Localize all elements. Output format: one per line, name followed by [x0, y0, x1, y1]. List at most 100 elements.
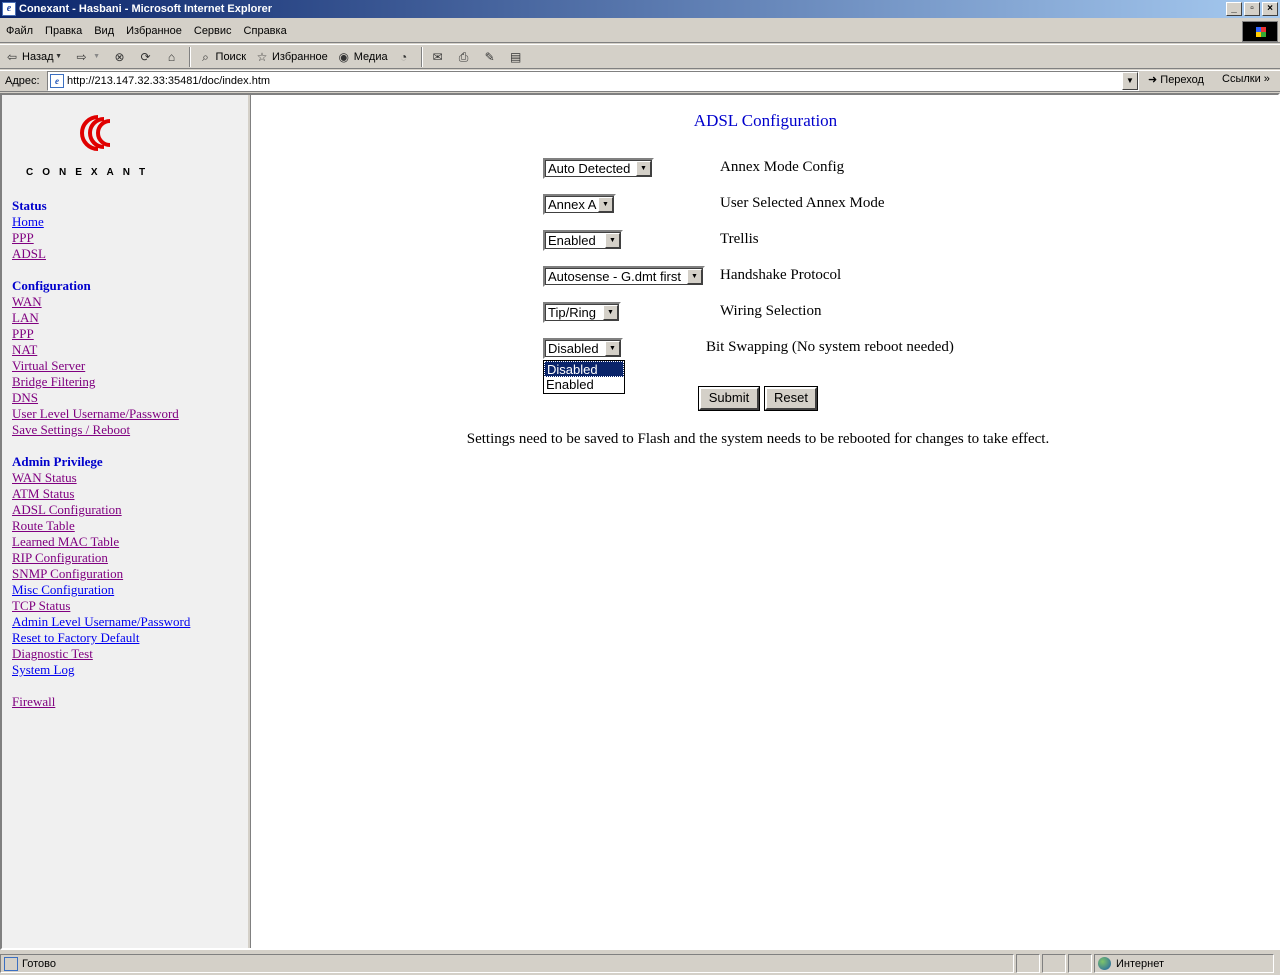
status-bar: Готово Интернет	[0, 952, 1280, 975]
search-button[interactable]: ⌕ Поиск	[194, 46, 250, 68]
page-title: ADSL Configuration	[693, 111, 838, 130]
conexant-logo: CONEXANT	[24, 109, 194, 181]
nav-save-reboot[interactable]: Save Settings / Reboot	[12, 422, 190, 438]
trellis-label: Trellis	[720, 231, 759, 247]
dropdown-icon[interactable]: ▼	[92, 49, 102, 65]
nav-firewall[interactable]: Firewall	[12, 694, 190, 710]
edit-button[interactable]: ✎	[478, 46, 504, 68]
chevron-down-icon[interactable]: ▼	[605, 233, 620, 248]
reset-button[interactable]: Reset	[764, 386, 818, 411]
media-button[interactable]: ◉ Медиа	[332, 46, 392, 68]
go-button[interactable]: ➜ Переход	[1148, 73, 1204, 86]
status-text-panel: Готово	[0, 954, 1014, 973]
nav-route-table[interactable]: Route Table	[12, 518, 190, 534]
nav-lan[interactable]: LAN	[12, 310, 190, 326]
nav-snmp-configuration[interactable]: SNMP Configuration	[12, 566, 190, 582]
minimize-button[interactable]: _	[1226, 2, 1242, 16]
back-button[interactable]: ⇦ Назад ▼	[0, 46, 70, 68]
refresh-icon: ⟳	[140, 49, 151, 64]
trellis-value: Enabled	[548, 233, 596, 248]
print-button[interactable]: ⎙	[452, 46, 478, 68]
nav-adsl-configuration[interactable]: ADSL Configuration	[12, 502, 190, 518]
wiring-value: Tip/Ring	[548, 305, 596, 320]
nav-wan-status[interactable]: WAN Status	[12, 470, 190, 486]
globe-icon	[1098, 957, 1111, 970]
submit-button[interactable]: Submit	[698, 386, 760, 411]
nav-system-log[interactable]: System Log	[12, 662, 190, 678]
wiring-select[interactable]: Tip/Ring ▼	[543, 302, 621, 323]
nav-virtual-server[interactable]: Virtual Server	[12, 358, 190, 374]
nav-rip-configuration[interactable]: RIP Configuration	[12, 550, 190, 566]
annex-select[interactable]: Annex A ▼	[543, 194, 616, 215]
chevron-down-icon[interactable]: ▼	[598, 197, 613, 212]
handshake-select[interactable]: Autosense - G.dmt first ▼	[543, 266, 705, 287]
status-text: Готово	[22, 957, 56, 970]
nav-user-level-password[interactable]: User Level Username/Password	[12, 406, 190, 422]
bit-swapping-select[interactable]: Disabled ▼	[543, 338, 623, 359]
address-bar: Адрес: e http://213.147.32.33:35481/doc/…	[0, 70, 1280, 92]
ie-icon: e	[2, 2, 16, 16]
history-button[interactable]: ◔	[392, 46, 418, 68]
dropdown-icon[interactable]: ▼	[54, 49, 64, 65]
nav-admin-level-password[interactable]: Admin Level Username/Password	[12, 614, 190, 630]
nav-diagnostic-test[interactable]: Diagnostic Test	[12, 646, 190, 662]
chevron-down-icon[interactable]: ▼	[687, 269, 702, 284]
links-label: Ссылки	[1222, 73, 1261, 85]
toolbar-separator	[188, 46, 191, 67]
address-dropdown-icon[interactable]: ▼	[1122, 72, 1138, 90]
annex-mode-select[interactable]: Auto Detected ▼	[543, 158, 654, 179]
nav-home[interactable]: Home	[12, 214, 190, 230]
logo-text: CONEXANT	[26, 167, 155, 178]
nav-reset-factory[interactable]: Reset to Factory Default	[12, 630, 190, 646]
media-label: Медиа	[353, 50, 388, 63]
forward-button[interactable]: ⇨ ▼	[70, 46, 108, 68]
nav-atm-status[interactable]: ATM Status	[12, 486, 190, 502]
main-frame: ADSL Configuration Auto Detected ▼ Annex…	[253, 95, 1278, 948]
chevron-down-icon[interactable]: ▼	[603, 305, 618, 320]
dropdown-option-enabled[interactable]: Enabled	[544, 377, 624, 393]
links-button[interactable]: Ссылки »	[1222, 73, 1270, 85]
address-input[interactable]: e http://213.147.32.33:35481/doc/index.h…	[47, 71, 1139, 91]
nav-wan[interactable]: WAN	[12, 294, 190, 310]
page-status-icon	[4, 956, 18, 971]
mail-icon: ✉	[432, 49, 443, 64]
back-arrow-icon: ⇦	[6, 49, 18, 64]
favorites-button[interactable]: ☆ Избранное	[250, 46, 332, 68]
menu-favorites[interactable]: Избранное	[120, 25, 188, 37]
nav-bridge-filtering[interactable]: Bridge Filtering	[12, 374, 190, 390]
menu-help[interactable]: Справка	[238, 25, 293, 37]
nav-dns[interactable]: DNS	[12, 390, 190, 406]
refresh-button[interactable]: ⟳	[134, 46, 160, 68]
close-button[interactable]: ×	[1262, 2, 1278, 16]
discuss-button[interactable]: ▤	[504, 46, 530, 68]
maximize-button[interactable]: ▫	[1244, 2, 1260, 16]
menu-file[interactable]: Файл	[0, 25, 39, 37]
history-icon: ◔	[399, 49, 408, 64]
trellis-select[interactable]: Enabled ▼	[543, 230, 623, 251]
annex-mode-label: Annex Mode Config	[720, 159, 845, 175]
nav-nat[interactable]: NAT	[12, 342, 190, 358]
address-url[interactable]: http://213.147.32.33:35481/doc/index.htm	[67, 75, 270, 87]
home-button[interactable]: ⌂	[160, 46, 186, 68]
chevron-down-icon[interactable]: ▼	[605, 341, 620, 356]
nav-status-ppp[interactable]: PPP	[12, 230, 190, 246]
search-icon: ⌕	[202, 49, 209, 64]
menu-view[interactable]: Вид	[88, 25, 120, 37]
dropdown-option-disabled[interactable]: Disabled	[544, 361, 624, 377]
chevron-down-icon[interactable]: ▼	[636, 161, 651, 176]
stop-button[interactable]: ⊗	[108, 46, 134, 68]
handshake-label: Handshake Protocol	[720, 267, 842, 283]
mail-button[interactable]: ✉	[426, 46, 452, 68]
nav-tcp-status[interactable]: TCP Status	[12, 598, 190, 614]
nav-learned-mac-table[interactable]: Learned MAC Table	[12, 534, 190, 550]
print-icon: ⎙	[458, 49, 469, 64]
nav-config-ppp[interactable]: PPP	[12, 326, 190, 342]
annex-label: User Selected Annex Mode	[720, 195, 885, 211]
zone-text: Интернет	[1116, 957, 1164, 970]
menu-edit[interactable]: Правка	[39, 25, 88, 37]
nav-heading-admin: Admin Privilege	[12, 454, 103, 469]
menu-tools[interactable]: Сервис	[188, 25, 238, 37]
nav-status-adsl[interactable]: ADSL	[12, 246, 190, 262]
nav-misc-configuration[interactable]: Misc Configuration	[12, 582, 190, 598]
back-label: Назад	[22, 50, 54, 63]
